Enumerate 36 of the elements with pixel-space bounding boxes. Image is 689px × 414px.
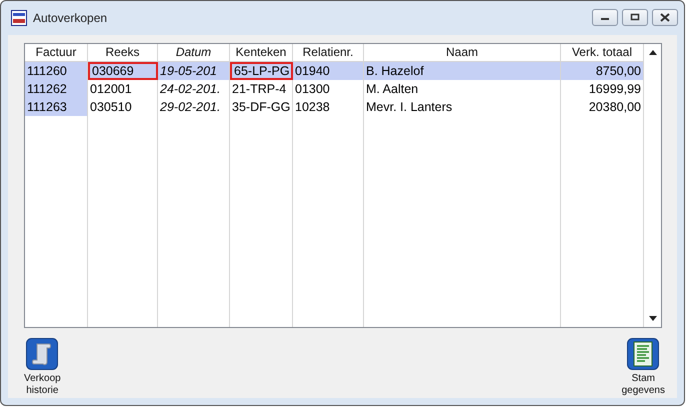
scroll-icon <box>26 338 58 370</box>
table-cell: 030669 <box>88 62 158 80</box>
table-cell: 111263 <box>25 98 88 116</box>
table-cell: 65-LP-PG <box>230 62 293 80</box>
table-cell: 111260 <box>25 62 88 80</box>
minimize-button[interactable] <box>592 8 618 26</box>
table-row[interactable]: 111260 030669 19-05-201 65-LP-PG 01940 B. Hazelof 8750,00 <box>25 62 644 80</box>
table-row[interactable]: 111263 030510 29-02-201. 35-DF-GG 10238 Mevr. I. Lanters 20380,00 <box>25 98 644 116</box>
table-cell: 35-DF-GG <box>230 98 293 116</box>
app-icon <box>11 10 27 26</box>
table-row[interactable]: 111262 012001 24-02-201. 21-TRP-4 01300 M. Aalten 16999,99 <box>25 80 644 98</box>
close-icon <box>660 12 670 22</box>
scroll-down-icon[interactable] <box>648 316 656 321</box>
table-cell: 01300 <box>293 80 364 98</box>
table-cell: B. Hazelof <box>364 62 561 80</box>
table-cell: 21-TRP-4 <box>230 80 293 98</box>
window-title: Autoverkopen <box>33 11 108 25</box>
close-button[interactable] <box>652 8 678 26</box>
table-cell: 030510 <box>88 98 158 116</box>
table-cell: 29-02-201. <box>158 98 230 116</box>
maximize-button[interactable] <box>622 8 648 26</box>
table-cell: 19-05-201 <box>158 62 230 80</box>
table-cell: 012001 <box>88 80 158 98</box>
table-cell: 24-02-201. <box>158 80 230 98</box>
table-cell: Mevr. I. Lanters <box>364 98 561 116</box>
column-header[interactable]: Reeks <box>88 44 158 62</box>
table-cell: 10238 <box>293 98 364 116</box>
column-header[interactable]: Kenteken <box>230 44 293 62</box>
document-list-icon <box>627 338 660 370</box>
table-cell: M. Aalten <box>364 80 561 98</box>
table-cell: 111262 <box>25 80 88 98</box>
table-cell: 01940 <box>293 62 364 80</box>
scroll-up-icon[interactable] <box>648 50 656 55</box>
toolbar-button[interactable]: Verkoop historie <box>24 338 61 397</box>
maximize-icon <box>630 13 640 21</box>
toolbar-button[interactable]: Stam gegevens <box>622 338 665 397</box>
